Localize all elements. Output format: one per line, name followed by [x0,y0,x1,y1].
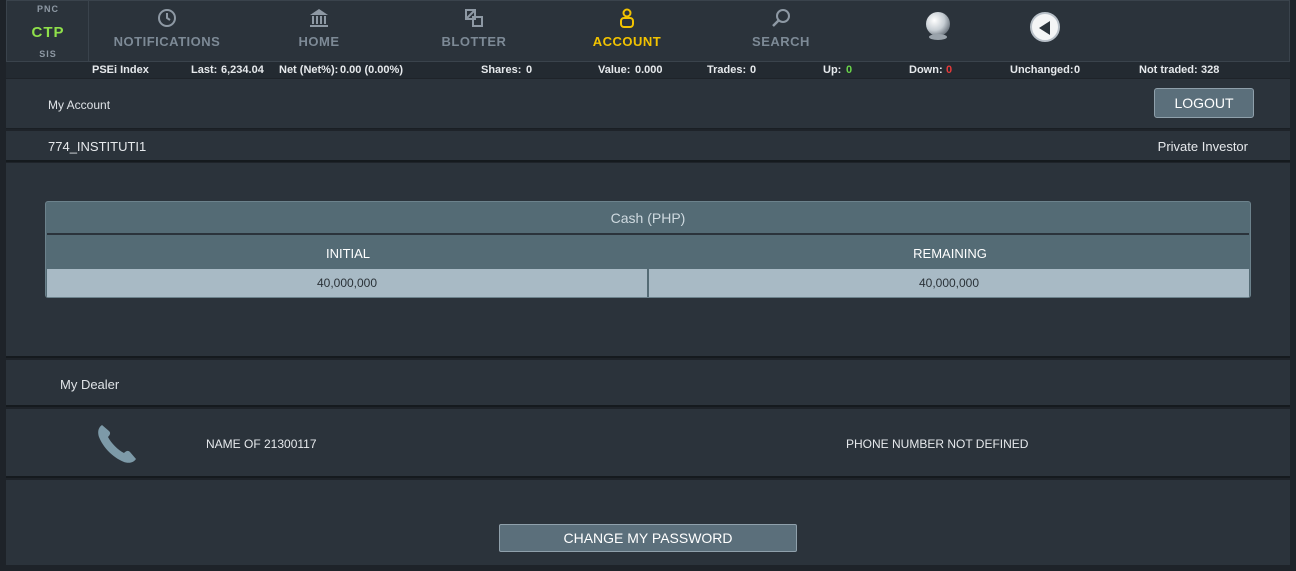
brand-logo: PNC CTP SIS [7,1,89,63]
ticker-last: 6,234.04 [221,64,264,76]
brand-bottom: SIS [39,49,57,59]
ticker-up-label: Up: [823,64,842,76]
ticker-value: 0.000 [635,64,663,76]
ticker-index: PSEi Index [92,64,149,76]
account-header: My Account LOGOUT [6,79,1290,129]
nav-notifications[interactable]: NOTIFICATIONS [107,1,227,63]
search-icon [772,9,790,27]
market-ticker: PSEi Index Last: 6,234.04 Net (Net%): 0.… [6,62,1290,78]
ticker-not-traded: 328 [1201,64,1220,76]
logout-button[interactable]: LOGOUT [1154,88,1254,118]
dealer-title: My Dealer [60,377,120,392]
ticker-not-traded-label: Not traded: [1139,64,1198,76]
nav-blotter[interactable]: BLOTTER [424,1,524,63]
dealer-phone: PHONE NUMBER NOT DEFINED [846,437,1029,451]
dealer-name: NAME OF 21300117 [206,437,317,451]
ticker-last-label: Last: [191,64,218,76]
brand-top: PNC [36,4,59,14]
divider [47,233,1249,235]
bank-icon [310,9,328,27]
ticker-value-label: Value: [598,64,631,76]
ticker-shares-label: Shares: [481,64,522,76]
cash-initial-value: 40,000,000 [47,269,647,297]
cash-remaining-value: 40,000,000 [649,269,1249,297]
column-header-initial: INITIAL [325,246,371,261]
ticker-unchanged: 0 [1074,64,1081,76]
nav-label: NOTIFICATIONS [113,34,221,49]
dealer-header: My Dealer [6,360,1290,407]
nav-home[interactable]: HOME [269,1,369,63]
nav-account[interactable]: ACCOUNT [577,1,677,63]
clock-icon [158,9,176,27]
back-arrow-icon [1039,21,1050,35]
ticker-trades-label: Trades: [707,64,747,76]
back-button[interactable] [1030,12,1060,42]
ticker-shares: 0 [526,64,533,76]
nav-label: HOME [298,34,340,49]
cash-table: Cash (PHP) INITIAL REMAINING 40,000,000 … [45,201,1251,298]
dealer-row: NAME OF 21300117 PHONE NUMBER NOT DEFINE… [6,409,1290,478]
cash-section: Cash (PHP) INITIAL REMAINING 40,000,000 … [6,163,1290,358]
cash-title: Cash (PHP) [610,210,686,226]
account-id: 774_INSTITUTI1 [48,139,147,154]
page-title: My Account [48,98,111,112]
account-info-bar: 774_INSTITUTI1 Private Investor [6,131,1290,162]
footer-section: CHANGE MY PASSWORD [6,480,1290,565]
ticker-unchanged-label: Unchanged: [1010,64,1074,76]
ticker-net: 0.00 (0.00%) [340,64,403,76]
top-nav: PNC CTP SIS NOTIFICATIONS HOME BLOTTER A… [6,0,1290,63]
brand-main: CTP [31,24,65,41]
blotter-icon [465,9,483,27]
ticker-down: 0 [946,64,953,76]
ticker-net-label: Net (Net%): [279,64,339,76]
ticker-down-label: Down: [909,64,943,76]
nav-label: BLOTTER [441,34,507,49]
ticker-trades: 0 [750,64,757,76]
user-icon [620,8,634,28]
nav-label: SEARCH [752,34,810,49]
column-header-remaining: REMAINING [913,246,987,261]
nav-label: ACCOUNT [592,34,662,49]
nav-search[interactable]: SEARCH [731,1,831,63]
change-password-button[interactable]: CHANGE MY PASSWORD [499,524,797,552]
account-type: Private Investor [1157,139,1248,154]
globe-icon[interactable] [923,11,953,41]
ticker-up: 0 [846,64,853,76]
phone-icon[interactable] [94,419,142,467]
